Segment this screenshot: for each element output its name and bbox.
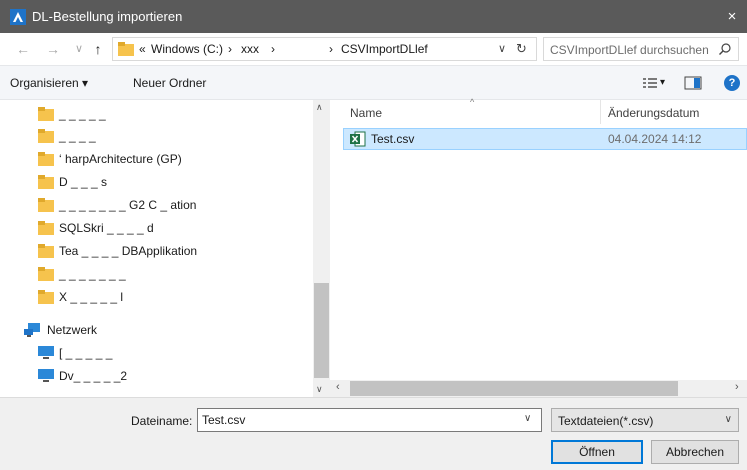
close-button[interactable]: ×: [717, 0, 747, 33]
breadcrumb-current-folder[interactable]: CSVImportDLlef: [341, 42, 428, 56]
folder-icon: [38, 267, 54, 281]
nav-folder-label: D _ _ _ s: [59, 175, 108, 189]
nav-folder-label: _ _ _ _: [59, 129, 96, 143]
address-dropdown-icon[interactable]: ∨: [498, 42, 506, 55]
breadcrumb-separator[interactable]: ›: [228, 42, 232, 56]
up-arrow-icon[interactable]: ↑: [89, 39, 107, 59]
search-icon[interactable]: [718, 42, 732, 56]
nav-network-label: Netzwerk: [47, 323, 98, 337]
csv-file-icon: [350, 131, 366, 147]
file-modified-date: 04.04.2024 14:12: [608, 132, 702, 146]
filename-dropdown-icon[interactable]: ∨: [524, 413, 531, 424]
breadcrumb-overflow[interactable]: «: [139, 42, 146, 56]
column-header-name[interactable]: Name: [350, 106, 382, 120]
cancel-button[interactable]: Abbrechen: [651, 440, 739, 464]
back-arrow-icon[interactable]: ←: [14, 39, 32, 59]
nav-folder-label: _ _ _ _ _ _ _ G2 C _ ation: [59, 198, 197, 212]
breadcrumb-separator[interactable]: ›: [271, 42, 275, 56]
search-placeholder: CSVImportDLlef durchsuchen: [550, 43, 709, 57]
folder-icon: [38, 175, 54, 189]
forward-arrow-icon[interactable]: →: [44, 39, 62, 59]
folder-icon: [118, 42, 134, 56]
breadcrumb-separator[interactable]: ›: [329, 42, 333, 56]
nav-vertical-scrollbar[interactable]: ∧ ∨: [313, 100, 330, 397]
nav-folder-label: SQLSkri _ _ _ _ d: [59, 221, 154, 235]
new-folder-button[interactable]: Neuer Ordner: [133, 76, 206, 90]
folder-icon: [38, 107, 54, 121]
address-bar[interactable]: « Windows (C:) › xxx › › CSVImportDLlef …: [112, 37, 537, 61]
scroll-down-icon[interactable]: ∨: [316, 384, 323, 395]
window-title: DL-Bestellung importieren: [32, 9, 183, 24]
sort-caret-icon: ^: [470, 97, 475, 107]
refresh-icon[interactable]: ↻: [516, 41, 527, 57]
computer-icon: [38, 346, 54, 359]
chevron-down-icon[interactable]: ∨: [725, 414, 732, 425]
breadcrumb-xxx[interactable]: xxx: [241, 42, 259, 56]
column-header-row: ^ Name Änderungsdatum: [330, 97, 747, 124]
folder-icon: [38, 244, 54, 258]
computer-icon: [38, 369, 54, 382]
view-options-icon[interactable]: [642, 75, 658, 91]
column-divider[interactable]: [600, 100, 601, 124]
nav-folder-label: _ _ _ _ _ _ _: [59, 267, 126, 281]
search-box[interactable]: CSVImportDLlef durchsuchen: [543, 37, 739, 61]
command-toolbar: Organisieren ▾ Neuer Ordner ▾ ?: [0, 65, 747, 100]
file-type-value: Textdateien(*.csv): [558, 414, 654, 428]
scroll-left-icon[interactable]: ‹: [336, 381, 340, 393]
nav-folder-label: _ _ _ _ _: [59, 107, 106, 121]
folder-icon: [38, 152, 54, 166]
help-icon[interactable]: ?: [724, 75, 740, 91]
dialog-footer: Dateiname: ∨ Textdateien(*.csv) ∨ Öffnen…: [0, 397, 747, 470]
nav-computer-label: Dv_ _ _ _ _2: [59, 369, 128, 383]
folder-icon: [38, 290, 54, 304]
file-list-pane[interactable]: ^ Name Änderungsdatum Test.csv 04.04.202…: [330, 97, 747, 397]
breadcrumb-drive[interactable]: Windows (C:): [151, 42, 223, 56]
file-name: Test.csv: [371, 132, 415, 146]
preview-pane-icon[interactable]: [684, 75, 702, 91]
view-dropdown-icon[interactable]: ▾: [660, 77, 665, 88]
file-type-select[interactable]: Textdateien(*.csv) ∨: [551, 408, 739, 432]
navigation-pane[interactable]: _ _ _ _ _ _ _ _ _ ‘ harpArchitecture (GP…: [0, 100, 330, 397]
nav-folder-label: X _ _ _ _ _ l: [59, 290, 124, 304]
file-horizontal-scrollbar[interactable]: ‹ ›: [330, 380, 747, 397]
nav-computer-label: [ _ _ _ _ _: [59, 346, 113, 360]
organize-menu-button[interactable]: Organisieren ▾: [10, 76, 88, 90]
scroll-right-icon[interactable]: ›: [735, 381, 739, 393]
scrollbar-thumb[interactable]: [350, 381, 678, 396]
scroll-up-icon[interactable]: ∧: [316, 102, 323, 113]
nav-folder-label: ‘ harpArchitecture (GP): [59, 152, 182, 166]
recent-dropdown-icon[interactable]: ∨: [70, 39, 88, 59]
open-button[interactable]: Öffnen: [551, 440, 643, 464]
app-logo-icon: [10, 9, 26, 25]
folder-icon: [38, 198, 54, 212]
file-row[interactable]: Test.csv 04.04.2024 14:12: [343, 128, 747, 150]
title-bar: DL-Bestellung importieren ×: [0, 0, 747, 33]
scrollbar-thumb[interactable]: [314, 283, 329, 378]
nav-folder-label: Tea _ _ _ _ DBApplikation: [59, 244, 198, 258]
folder-icon: [38, 129, 54, 143]
column-header-date[interactable]: Änderungsdatum: [608, 106, 699, 120]
folder-icon: [38, 221, 54, 235]
network-icon: [24, 323, 40, 337]
filename-label: Dateiname:: [131, 414, 193, 428]
filename-input[interactable]: [197, 408, 542, 432]
address-row: ← → ∨ ↑ « Windows (C:) › xxx › › CSVImpo…: [0, 33, 747, 65]
